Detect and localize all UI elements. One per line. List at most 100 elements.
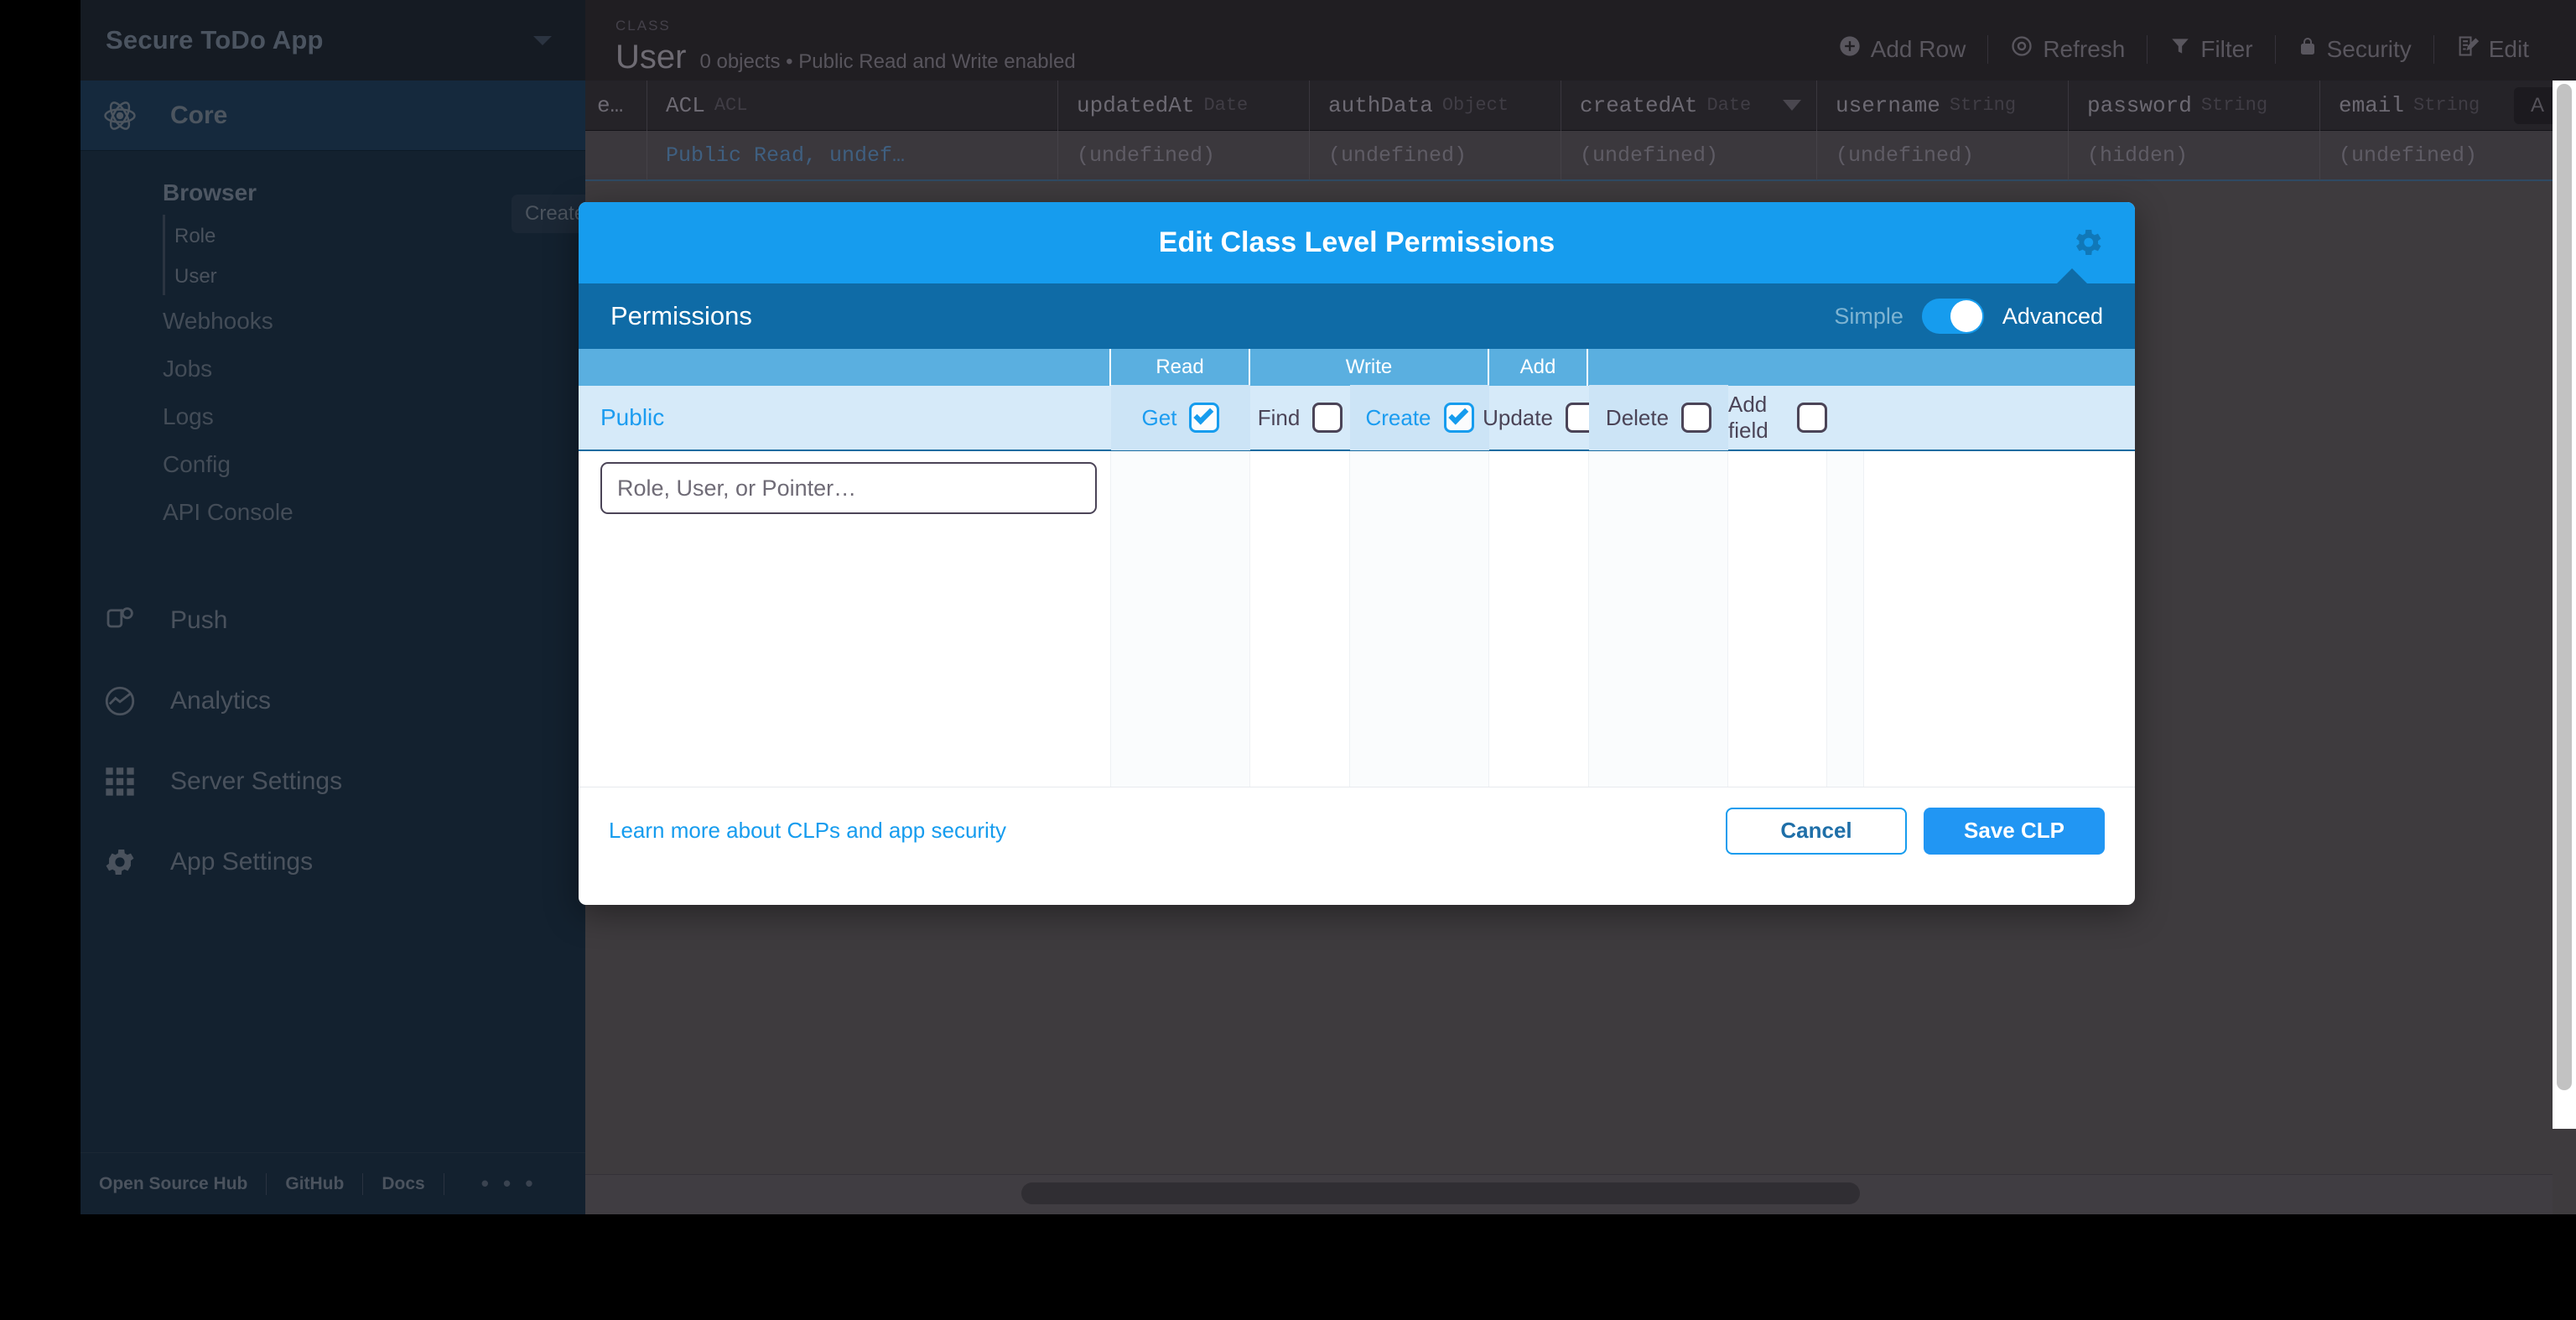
refresh-button[interactable]: Refresh	[1988, 34, 2147, 64]
permission-cell-get[interactable]: Get	[1111, 385, 1250, 450]
sidebar-item-user[interactable]: User	[80, 255, 585, 297]
save-clp-button[interactable]: Save CLP	[1924, 807, 2105, 855]
app-brand-selector[interactable]: Secure ToDo App	[80, 0, 585, 81]
checkbox-create[interactable]	[1443, 403, 1474, 433]
column-type: String	[2200, 95, 2268, 116]
vertical-scrollbar-thumb[interactable]	[2557, 84, 2572, 1090]
horizontal-scrollbar-thumb[interactable]	[1021, 1182, 1860, 1204]
cell-value: (undefined)	[1580, 143, 1719, 168]
sidebar-item-label: User	[174, 265, 217, 288]
toolbar-button-label: Edit	[2488, 35, 2529, 62]
checkbox-delete[interactable]	[1681, 403, 1712, 433]
permission-cell-delete[interactable]: Delete	[1589, 385, 1728, 450]
sidebar-item-label: Browser	[163, 179, 257, 205]
table-cell-createdAt[interactable]: (undefined)	[1561, 130, 1817, 180]
permission-cell-find[interactable]: Find	[1250, 385, 1350, 450]
sidebar-item-browser[interactable]: Browser	[80, 169, 585, 216]
permissions-body-column	[1250, 451, 1350, 787]
modal-title-bar: Edit Class Level Permissions	[579, 202, 2135, 283]
table-cell-username[interactable]: (undefined)	[1817, 130, 2069, 180]
column-header-authData[interactable]: authData Object	[1310, 80, 1561, 131]
sidebar-item-logs[interactable]: Logs	[80, 392, 585, 440]
vertical-scrollbar[interactable]	[2553, 81, 2576, 1129]
footer-link-open-source-hub[interactable]: Open Source Hub	[99, 1174, 247, 1194]
toggle-label-advanced[interactable]: Advanced	[2002, 304, 2103, 330]
sidebar-item-label: Jobs	[163, 355, 213, 382]
column-header-createdAt[interactable]: createdAt Date	[1561, 80, 1817, 131]
sidebar-item-api-console[interactable]: API Console	[80, 488, 585, 536]
toggle-label-simple[interactable]: Simple	[1834, 304, 1903, 330]
toolbar-actions: Add Row Refresh Filter Security Edit	[1816, 34, 2551, 64]
permission-cell-add-field[interactable]: Add field	[1728, 385, 1827, 450]
sidebar-item-app-settings[interactable]: App Settings	[80, 822, 585, 902]
create-chip-label: Create	[525, 202, 586, 225]
permission-cell-update[interactable]: Update	[1483, 385, 1596, 450]
table-row[interactable]: Public Read, undef… (undefined) (undefined…	[585, 130, 2576, 181]
table-cell-updatedAt[interactable]: (undefined)	[1058, 130, 1310, 180]
edit-icon	[2456, 34, 2480, 64]
permissions-group-blank	[1588, 349, 1625, 386]
column-header-password[interactable]: password String	[2069, 80, 2320, 131]
permission-cell-create[interactable]: Create	[1350, 385, 1489, 450]
table-cell-authData[interactable]: (undefined)	[1310, 130, 1561, 180]
caret-up-indicator	[2056, 268, 2088, 284]
column-type: Date	[1203, 95, 1249, 116]
gear-icon	[101, 843, 139, 881]
footer-link-github[interactable]: GitHub	[285, 1174, 344, 1194]
checkbox-find[interactable]	[1312, 403, 1343, 433]
permissions-label: Permissions	[610, 301, 752, 330]
sidebar-item-config[interactable]: Config	[80, 440, 585, 488]
permissions-row-tail	[1827, 385, 1864, 450]
role-user-pointer-input[interactable]: Role, User, or Pointer…	[600, 462, 1097, 514]
permissions-body-column	[1728, 451, 1827, 787]
group-header-label: Read	[1156, 356, 1204, 378]
app-name: Secure ToDo App	[106, 25, 324, 55]
sidebar-item-jobs[interactable]: Jobs	[80, 345, 585, 392]
sidebar-section-core[interactable]: Core	[80, 81, 585, 151]
table-cell-email[interactable]: (undefined)	[2320, 130, 2572, 180]
sidebar-item-label: App Settings	[170, 848, 314, 876]
column-header-ACL[interactable]: ACL ACL	[647, 80, 1058, 131]
column-header-partial-label: e…	[597, 92, 624, 118]
footer-more-icon[interactable]: • • •	[481, 1171, 538, 1197]
learn-more-clp-link[interactable]: Learn more about CLPs and app security	[609, 818, 1006, 844]
lock-icon	[2298, 34, 2318, 64]
column-header-partial[interactable]: e…	[585, 80, 647, 131]
table-cell-ACL[interactable]: Public Read, undef…	[647, 130, 1058, 180]
cell-value: Public Read, undef…	[666, 143, 906, 168]
class-header: CLASS User 0 objects • Public Read and W…	[615, 18, 1076, 74]
cancel-button-label: Cancel	[1780, 818, 1852, 843]
sidebar-item-analytics[interactable]: Analytics	[80, 661, 585, 741]
sort-descending-icon[interactable]	[1783, 100, 1801, 111]
column-header-username[interactable]: username String	[1817, 80, 2069, 131]
cancel-button[interactable]: Cancel	[1726, 807, 1907, 855]
footer-link-docs[interactable]: Docs	[382, 1174, 424, 1194]
horizontal-scrollbar[interactable]	[585, 1174, 2553, 1214]
chevron-down-icon[interactable]	[533, 35, 552, 45]
role-input-placeholder: Role, User, or Pointer…	[617, 475, 857, 501]
permissions-group-read: Read	[1111, 349, 1250, 386]
sidebar-item-role[interactable]: Role	[80, 215, 585, 257]
table-cell-password[interactable]: (hidden)	[2069, 130, 2320, 180]
filter-button[interactable]: Filter	[2148, 34, 2274, 64]
footer-divider	[362, 1172, 364, 1195]
add-row-button[interactable]: Add Row	[1816, 34, 1988, 64]
sidebar-item-webhooks[interactable]: Webhooks	[80, 297, 585, 345]
add-column-label: A	[2530, 94, 2544, 117]
table-cell[interactable]	[585, 130, 647, 180]
sidebar-item-label: Push	[170, 606, 228, 634]
gear-icon[interactable]	[2070, 225, 2105, 264]
column-name: authData	[1328, 92, 1433, 118]
security-button[interactable]: Security	[2276, 34, 2433, 64]
checkbox-add-field[interactable]	[1797, 403, 1827, 433]
permission-label: Create	[1365, 404, 1431, 430]
column-name: updatedAt	[1077, 92, 1195, 118]
simple-advanced-toggle[interactable]	[1921, 299, 1984, 334]
column-header-updatedAt[interactable]: updatedAt Date	[1058, 80, 1310, 131]
sidebar-item-server-settings[interactable]: Server Settings	[80, 741, 585, 822]
edit-button[interactable]: Edit	[2434, 34, 2551, 64]
data-grid-header: e… ACL ACL updatedAt Date authData Object creat…	[585, 80, 2576, 131]
sidebar-item-push[interactable]: Push	[80, 580, 585, 661]
checkbox-get[interactable]	[1189, 403, 1220, 433]
column-name: ACL	[666, 92, 705, 118]
